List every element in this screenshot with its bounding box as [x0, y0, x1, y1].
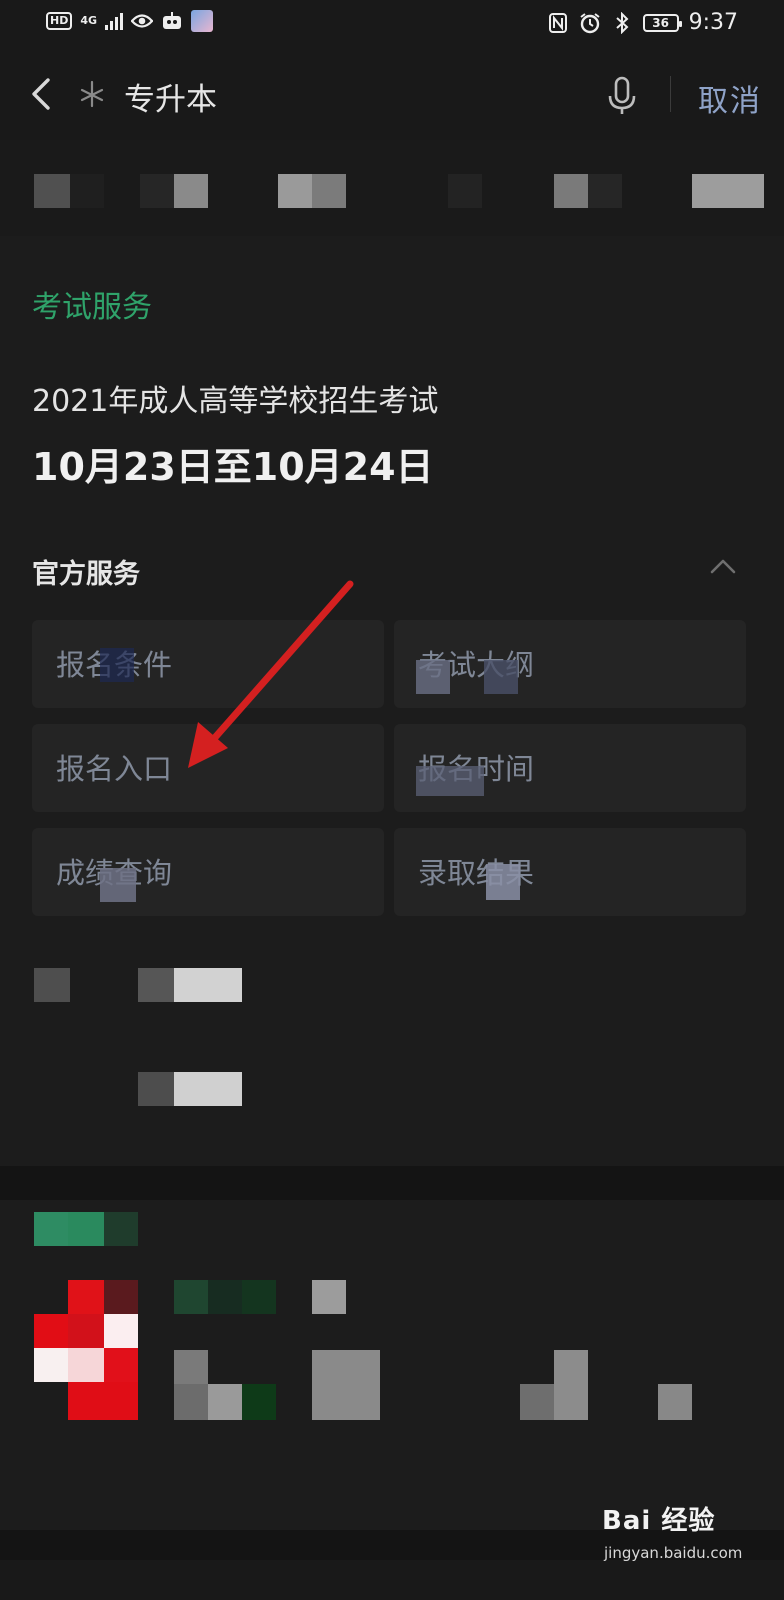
cancel-button[interactable]: 取消	[698, 76, 762, 120]
status-right: 36 9:37	[547, 10, 738, 35]
alarm-icon	[579, 12, 601, 34]
blurred-block	[242, 1280, 276, 1314]
watermark-url: jingyan.baidu.com	[604, 1544, 743, 1562]
blurred-block	[68, 1280, 104, 1314]
avatar-icon	[191, 10, 214, 32]
microphone-icon	[608, 76, 636, 114]
exam-date: 10月23日至10月24日	[32, 445, 434, 489]
blurred-block	[174, 1350, 208, 1384]
chevron-left-icon	[32, 78, 50, 110]
service-registration-time[interactable]: 报名时间	[394, 724, 746, 812]
blurred-block	[100, 648, 134, 682]
blurred-block	[416, 766, 484, 796]
hd-badge: HD	[46, 12, 73, 30]
chevron-up-icon[interactable]	[706, 554, 740, 578]
blurred-block	[278, 174, 312, 208]
blurred-block	[208, 1280, 242, 1314]
blurred-block	[658, 1384, 692, 1420]
blurred-block	[138, 1072, 174, 1106]
status-bar: HD 4G 36 9:37	[0, 0, 784, 48]
official-services-label: 官方服务	[32, 559, 140, 590]
blurred-block	[174, 1072, 242, 1106]
blurred-block	[174, 1384, 208, 1420]
blurred-block	[34, 1348, 68, 1382]
blurred-block	[174, 1280, 208, 1314]
blurred-block	[68, 1348, 104, 1382]
blurred-block	[484, 660, 518, 694]
blurred-block	[448, 174, 482, 208]
service-admission-result[interactable]: 录取结果	[394, 828, 746, 916]
service-registration-entry[interactable]: 报名入口	[32, 724, 384, 812]
service-exam-syllabus[interactable]: 考试大纲	[394, 620, 746, 708]
network-label: 4G	[80, 14, 98, 27]
search-header: 专升本 取消	[0, 48, 784, 141]
blurred-block	[416, 660, 450, 694]
signal-icon	[105, 12, 124, 30]
blurred-block	[34, 968, 70, 1002]
clock: 9:37	[688, 10, 738, 35]
blurred-block	[104, 1280, 138, 1314]
service-registration-conditions[interactable]: 报名条件	[32, 620, 384, 708]
blurred-block	[100, 868, 136, 902]
battery-icon: 36	[642, 13, 682, 32]
eye-icon	[131, 10, 154, 32]
blurred-block	[70, 174, 104, 208]
service-label: 报名入口	[56, 752, 173, 786]
back-button[interactable]	[22, 72, 62, 116]
blurred-block	[554, 1350, 588, 1420]
section-separator	[0, 1166, 784, 1200]
section-label[interactable]: 考试服务	[32, 282, 152, 326]
blurred-block	[692, 174, 764, 208]
exam-title[interactable]: 2021年成人高等学校招生考试	[32, 376, 438, 420]
exam-service-card: 考试服务 2021年成人高等学校招生考试 10月23日至10月24日 官方服务 …	[0, 236, 784, 1166]
blurred-result-card	[0, 1200, 784, 1530]
blurred-block	[312, 174, 346, 208]
blurred-block	[104, 1314, 138, 1348]
blurred-block	[104, 1212, 138, 1246]
nfc-icon	[547, 12, 569, 34]
baidu-watermark: Bai 经验 jingyan.baidu.com	[602, 1500, 762, 1570]
blurred-block	[208, 1384, 242, 1420]
microphone-button[interactable]	[600, 74, 644, 118]
blurred-block	[68, 1212, 104, 1246]
blurred-block	[104, 1348, 138, 1382]
blurred-block	[174, 174, 208, 208]
blurred-block	[138, 968, 174, 1002]
search-input[interactable]: 专升本	[124, 74, 217, 119]
status-left: HD 4G	[46, 10, 214, 32]
blurred-block	[174, 968, 242, 1002]
blurred-block	[68, 1382, 138, 1420]
blurred-block	[520, 1384, 554, 1420]
blurred-block	[554, 174, 588, 208]
sparkle-icon	[76, 78, 108, 110]
watermark-brand: Bai 经验	[602, 1506, 716, 1536]
blurred-block	[68, 1314, 104, 1348]
service-score-query[interactable]: 成绩查询	[32, 828, 384, 916]
blurred-block	[312, 1350, 380, 1420]
blurred-block	[588, 174, 622, 208]
blurred-block	[242, 1384, 276, 1420]
blurred-block	[34, 1212, 68, 1246]
robot-icon	[161, 10, 183, 32]
blurred-block	[486, 864, 520, 900]
header-divider	[670, 76, 671, 112]
blurred-block	[312, 1280, 346, 1314]
blurred-block	[140, 174, 174, 208]
bluetooth-icon	[611, 11, 633, 34]
blurred-tab-strip	[0, 140, 784, 236]
blurred-block	[34, 174, 70, 208]
blurred-block	[34, 1314, 68, 1348]
